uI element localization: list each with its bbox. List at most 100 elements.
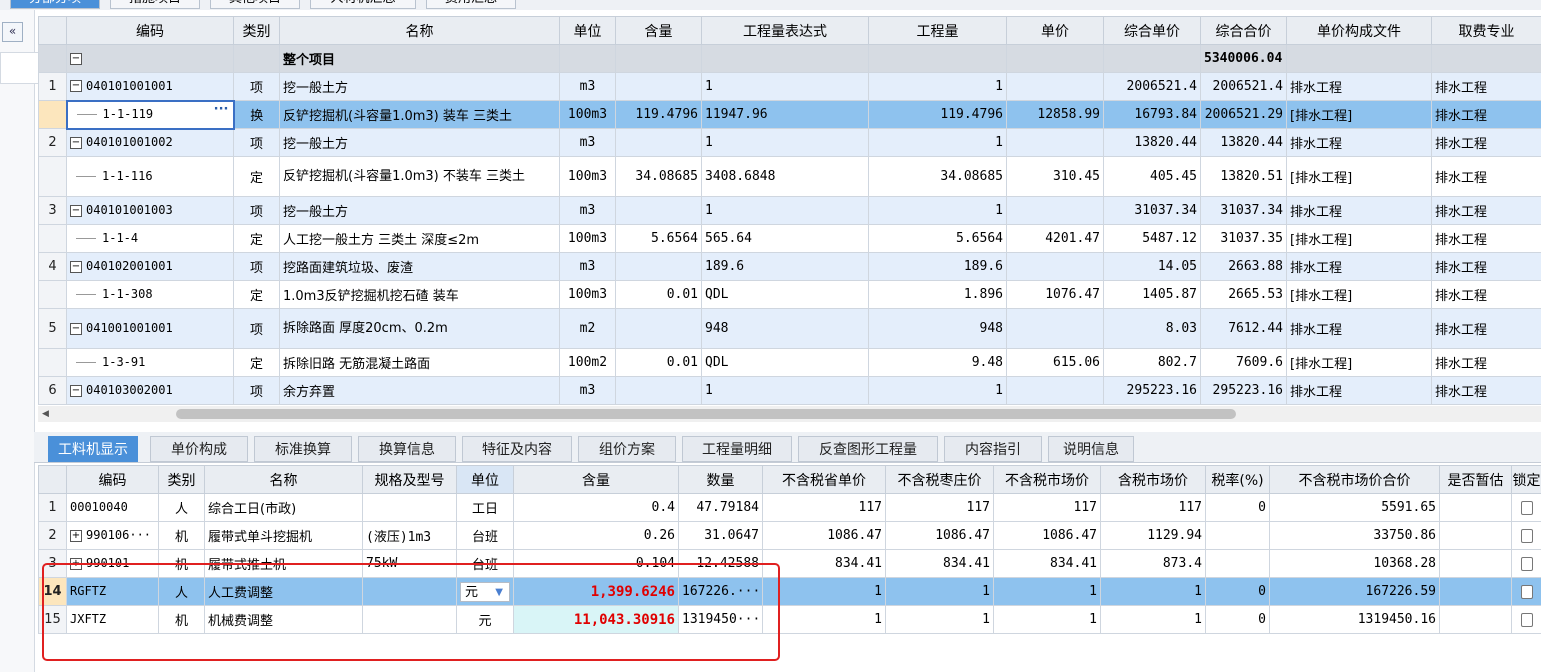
composite-total-cell[interactable]: 13820.44 xyxy=(1200,128,1287,157)
col-market-total[interactable]: 不含税市场价合价 xyxy=(1269,465,1440,494)
locked-checkbox[interactable] xyxy=(1520,528,1533,543)
code-cell[interactable]: 1-1-308 xyxy=(66,280,234,309)
content-cell[interactable] xyxy=(615,128,702,157)
price-file-cell[interactable]: [排水工程] xyxy=(1286,224,1432,253)
tab-feiyong[interactable]: 费用汇总 xyxy=(426,0,516,9)
unit-cell[interactable]: m3 xyxy=(559,128,616,157)
name-cell[interactable]: 拆除旧路 无筋混凝土路面 xyxy=(279,348,560,377)
tab-pricing-scheme[interactable]: 组价方案 xyxy=(578,436,676,462)
expression-cell[interactable]: 11947.96 xyxy=(701,100,869,129)
col-code[interactable]: 编码 xyxy=(66,16,234,45)
horizontal-scrollbar[interactable]: ◀ xyxy=(38,406,1541,422)
expression-cell[interactable]: 948 xyxy=(701,308,869,349)
composite-total-cell[interactable]: 31037.35 xyxy=(1200,224,1287,253)
content-cell[interactable]: 119.4796 xyxy=(615,100,702,129)
fee-profession-cell[interactable]: 排水工程 xyxy=(1431,100,1541,129)
zaozhuang-price-cell[interactable]: 1086.47 xyxy=(885,521,994,550)
composite-total-cell[interactable]: 2006521.4 xyxy=(1200,72,1287,101)
col-code[interactable]: 编码 xyxy=(66,465,159,494)
quantity-cell[interactable]: 1 xyxy=(868,376,1007,405)
content-cell[interactable]: 0.01 xyxy=(615,280,702,309)
category-cell[interactable]: 项 xyxy=(233,252,280,281)
quota-row[interactable]: 1-1-116 定反铲挖掘机(斗容量1.0m3) 不装车 三类土 100m3 34.0… xyxy=(38,156,1541,197)
code-cell[interactable]: +990106··· xyxy=(66,521,159,550)
locked-cell[interactable] xyxy=(1511,605,1541,634)
locked-checkbox[interactable] xyxy=(1520,584,1533,599)
code-cell[interactable]: −040101001002 xyxy=(66,128,234,157)
collapse-icon[interactable]: − xyxy=(70,136,82,149)
name-cell[interactable]: 反铲挖掘机(斗容量1.0m3) 装车 三类土 xyxy=(279,100,560,129)
scrollbar-thumb[interactable] xyxy=(176,409,1236,419)
unit-cell[interactable]: m3 xyxy=(559,196,616,225)
code-cell[interactable]: 00010040 xyxy=(66,493,159,522)
category-cell[interactable]: 项 xyxy=(233,128,280,157)
composite-price-cell[interactable]: 8.03 xyxy=(1103,308,1201,349)
scroll-left-icon[interactable]: ◀ xyxy=(42,409,49,419)
tax-rate-cell[interactable] xyxy=(1205,521,1270,550)
name-cell[interactable]: 拆除路面 厚度20cm、0.2m xyxy=(279,308,560,349)
quantity-cell[interactable]: 5.6564 xyxy=(868,224,1007,253)
unit-price-cell[interactable] xyxy=(1006,308,1104,349)
code-cell[interactable]: −041001001001 xyxy=(66,308,234,349)
composite-price-cell[interactable]: 1405.87 xyxy=(1103,280,1201,309)
quantity-cell[interactable]: 1 xyxy=(868,72,1007,101)
col-composite-price[interactable]: 综合单价 xyxy=(1103,16,1201,45)
more-options-icon[interactable]: ··· xyxy=(214,103,229,117)
province-price-cell[interactable]: 1 xyxy=(762,577,886,606)
market-price-cell[interactable]: 1 xyxy=(993,577,1101,606)
price-file-cell[interactable]: 排水工程 xyxy=(1286,196,1432,225)
fee-profession-cell[interactable]: 排水工程 xyxy=(1431,376,1541,405)
quantity-cell[interactable]: 47.79184 xyxy=(678,493,763,522)
market-price-tax-cell[interactable]: 1 xyxy=(1100,577,1206,606)
unit-cell[interactable]: m3 xyxy=(559,376,616,405)
code-cell[interactable]: 1-3-91 xyxy=(66,348,234,377)
name-cell[interactable]: 挖一般土方 xyxy=(279,196,560,225)
code-cell[interactable]: −040103002001 xyxy=(66,376,234,405)
market-total-cell[interactable]: 167226.59 xyxy=(1269,577,1440,606)
tab-features[interactable]: 特征及内容 xyxy=(462,436,572,462)
provisional-cell[interactable] xyxy=(1439,521,1512,550)
price-file-cell[interactable]: [排水工程] xyxy=(1286,348,1432,377)
quota-row[interactable]: 1-1-119 ··· 换反铲挖掘机(斗容量1.0m3) 装车 三类土 100m3 11… xyxy=(38,99,1541,130)
category-cell[interactable]: 项 xyxy=(233,376,280,405)
market-price-tax-cell[interactable]: 1129.94 xyxy=(1100,521,1206,550)
spec-cell[interactable]: (液压)1m3 xyxy=(362,521,457,550)
name-cell[interactable]: 履带式单斗挖掘机 xyxy=(204,521,363,550)
col-composite-total[interactable]: 综合合价 xyxy=(1200,16,1287,45)
fee-profession-cell[interactable]: 排水工程 xyxy=(1431,196,1541,225)
quota-row[interactable]: 1-1-4 定人工挖一般土方 三类土 深度≤2m 100m3 5.6564 565.64… xyxy=(38,224,1541,253)
fee-profession-cell[interactable]: 排水工程 xyxy=(1431,280,1541,309)
col-expression[interactable]: 工程量表达式 xyxy=(701,16,869,45)
price-file-cell[interactable]: 排水工程 xyxy=(1286,252,1432,281)
provisional-cell[interactable] xyxy=(1439,493,1512,522)
code-cell[interactable]: −040102001001 xyxy=(66,252,234,281)
composite-total-cell[interactable]: 31037.34 xyxy=(1200,196,1287,225)
col-provisional[interactable]: 是否暂估 xyxy=(1439,465,1512,494)
bill-item-row[interactable]: 5−041001001001 项拆除路面 厚度20cm、0.2m m2 948 948 8… xyxy=(38,308,1541,349)
unit-price-cell[interactable] xyxy=(1006,128,1104,157)
expression-cell[interactable]: 1 xyxy=(701,376,869,405)
unit-price-cell[interactable] xyxy=(1006,376,1104,405)
name-cell[interactable]: 挖一般土方 xyxy=(279,128,560,157)
tab-qita[interactable]: 其他项目 xyxy=(210,0,300,9)
category-cell[interactable]: 项 xyxy=(233,308,280,349)
col-unit[interactable]: 单位 xyxy=(456,465,514,494)
col-unit[interactable]: 单位 xyxy=(559,16,616,45)
composite-price-cell[interactable]: 13820.44 xyxy=(1103,128,1201,157)
tab-price-composition[interactable]: 单价构成 xyxy=(150,436,248,462)
quantity-cell[interactable]: 34.08685 xyxy=(868,156,1007,197)
unit-price-cell[interactable]: 12858.99 xyxy=(1006,100,1104,129)
expression-cell[interactable]: QDL xyxy=(701,280,869,309)
composite-total-cell[interactable]: 2663.88 xyxy=(1200,252,1287,281)
market-price-cell[interactable]: 834.41 xyxy=(993,549,1101,578)
content-cell[interactable] xyxy=(615,196,702,225)
composite-total-cell[interactable]: 2665.53 xyxy=(1200,280,1287,309)
provisional-cell[interactable] xyxy=(1439,549,1512,578)
locked-checkbox[interactable] xyxy=(1520,556,1533,571)
unit-cell[interactable]: 100m3 xyxy=(559,156,616,197)
col-province-price[interactable]: 不含税省单价 xyxy=(762,465,886,494)
quota-row[interactable]: 1-3-91 定拆除旧路 无筋混凝土路面 100m2 0.01 QDL 9.48 615.0… xyxy=(38,348,1541,377)
fee-profession-cell[interactable]: 排水工程 xyxy=(1431,128,1541,157)
code-cell[interactable]: 1-1-116 xyxy=(66,156,234,197)
market-total-cell[interactable]: 10368.28 xyxy=(1269,549,1440,578)
